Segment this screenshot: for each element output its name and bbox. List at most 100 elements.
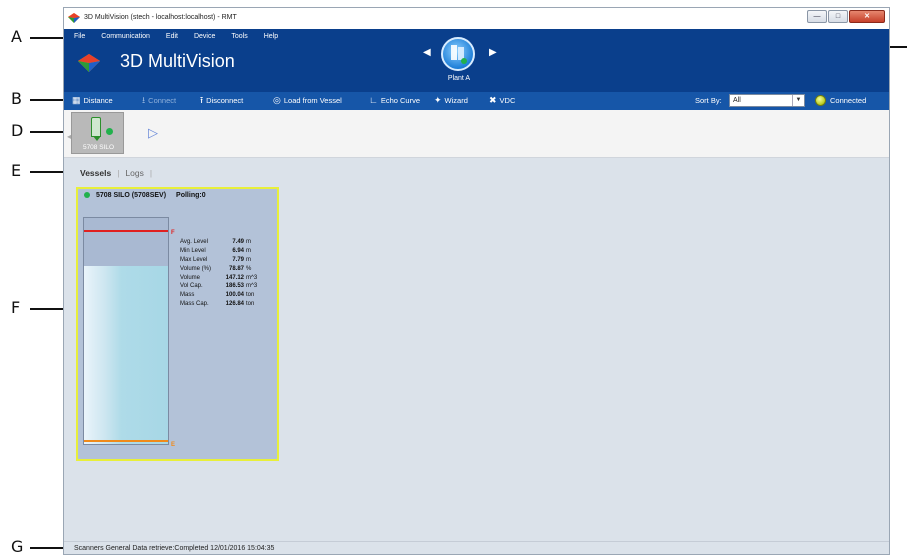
vessel-strip: ◀ 5708 SILO ▷ <box>64 110 889 158</box>
status-bar: Scanners General Data retrieve:Completed… <box>64 541 889 554</box>
stat-value: 78.87 <box>228 265 244 272</box>
stat-unit: ton <box>246 292 255 299</box>
stat-label: Mass <box>180 292 195 299</box>
stat-label: Max Level <box>180 256 208 263</box>
stat-unit: m^3 <box>246 283 258 290</box>
stat-row: Vol Cap. 186.53 m^3 <box>180 283 274 292</box>
callout-d: D <box>11 121 24 140</box>
plant-icon[interactable] <box>441 37 475 71</box>
stat-row: Min Level 6.94 m <box>180 248 274 257</box>
app-logo-icon <box>68 13 80 23</box>
silo-group-icon <box>451 45 467 64</box>
distance-label: Distance <box>83 96 113 105</box>
window-title: 3D MultiVision (stech - localhost:localh… <box>84 14 237 21</box>
stat-value: 147.12 <box>225 274 244 281</box>
vdc-label: VDC <box>499 96 516 105</box>
echo-curve-button[interactable]: ∟ Echo Curve <box>369 95 420 106</box>
empty-level-line <box>84 440 168 442</box>
wizard-label: Wizard <box>444 96 468 105</box>
menu-device[interactable]: Device <box>194 33 215 40</box>
tab-separator: | <box>117 168 120 178</box>
sort-by-value: All <box>733 97 741 104</box>
distance-button[interactable]: ▦ Distance <box>72 96 113 106</box>
app-name: 3D MultiVision <box>120 51 235 71</box>
stat-value: 126.84 <box>225 301 244 308</box>
full-level-line <box>84 230 168 232</box>
connection-status-text: Connected <box>830 96 867 105</box>
toolbar: ▦ Distance ⭳ Connect ⭱ Disconnect ◎ Load fro… <box>64 92 889 110</box>
vessel-status-icon <box>84 192 90 199</box>
echo-curve-label: Echo Curve <box>380 96 420 105</box>
minimize-icon[interactable]: — <box>807 10 827 23</box>
menu-file[interactable]: File <box>74 33 85 40</box>
stat-row: Mass 100.04 ton <box>180 292 274 301</box>
antenna-icon: ◎ <box>273 95 281 105</box>
polling-status: Polling:0 <box>176 192 206 199</box>
stat-unit: m <box>246 239 251 245</box>
stat-unit: m^3 <box>246 274 258 281</box>
stat-row: Avg. Level 7.49 m <box>180 239 274 248</box>
screenshot-stage: A B D E F G 3D MultiVision (stech - loca… <box>0 0 907 558</box>
stat-unit: m <box>246 247 251 254</box>
stat-label: Volume <box>180 274 201 281</box>
connect-button[interactable]: ⭳ Connect <box>142 95 177 106</box>
vdc-button[interactable]: ✖ VDC <box>489 96 516 106</box>
disconnect-label: Disconnect <box>206 96 244 105</box>
menu-edit[interactable]: Edit <box>166 33 178 40</box>
load-from-vessel-label: Load from Vessel <box>283 96 342 105</box>
stat-unit: % <box>246 265 252 272</box>
tank-level-graphic: F E <box>83 217 175 448</box>
maximize-icon[interactable]: □ <box>828 10 848 23</box>
stat-value: 7.49 <box>232 239 244 245</box>
tab-separator: | <box>149 168 153 178</box>
window-controls: — □ ✕ <box>807 10 885 23</box>
stat-value: 6.94 <box>232 247 244 254</box>
stat-label: Vol Cap. <box>180 283 203 290</box>
callout-a: A <box>11 27 22 46</box>
app-header: File Communication Edit Device Tools Hel… <box>64 29 889 92</box>
strip-scroll-right-icon[interactable]: ▷ <box>148 125 158 141</box>
vessel-online-icon <box>106 128 113 135</box>
load-from-vessel-button[interactable]: ◎ Load from Vessel <box>273 95 342 106</box>
tank-fill <box>84 265 168 444</box>
title-bar: 3D MultiVision (stech - localhost:localh… <box>64 8 889 29</box>
sort-by-label: Sort By: <box>695 96 722 105</box>
menu-communication[interactable]: Communication <box>101 33 150 40</box>
stat-label: Avg. Level <box>180 239 208 245</box>
stat-unit: ton <box>246 301 255 308</box>
echo-curve-icon: ∟ <box>369 95 378 105</box>
callout-e: E <box>11 161 22 180</box>
tab-logs[interactable]: Logs <box>125 168 143 178</box>
stat-label: Volume (%) <box>180 265 212 272</box>
stat-value: 100.04 <box>225 292 244 299</box>
vessel-card[interactable]: 5708 SILO (5708SEV) Polling:0 F E Avg. Le… <box>76 187 279 461</box>
full-marker: F <box>171 230 175 236</box>
menu-tools[interactable]: Tools <box>231 33 247 40</box>
connect-label: Connect <box>148 96 177 105</box>
brand-logo-icon <box>78 54 100 72</box>
plant-name: Plant A <box>447 75 471 82</box>
main-content: Vessels | Logs | 5708 SILO (5708SEV) Polling… <box>64 158 889 541</box>
status-message: Scanners General Data retrieve:Completed… <box>74 545 275 552</box>
tab-vessels[interactable]: Vessels <box>80 168 111 178</box>
sort-by-select[interactable]: All ▼ <box>729 94 805 107</box>
stat-row: Max Level 7.79 m <box>180 257 274 266</box>
connect-arrow-icon: ⭳ <box>142 95 146 105</box>
silo-cone-icon <box>93 136 101 141</box>
chevron-down-icon[interactable]: ▼ <box>792 95 804 106</box>
disconnect-arrow-icon: ⭱ <box>200 95 204 105</box>
disconnect-button[interactable]: ⭱ Disconnect <box>200 95 244 106</box>
empty-marker: E <box>171 442 176 448</box>
vessel-stats: Avg. Level 7.49 m Min Level 6.94 m Max Level 7.… <box>180 239 274 310</box>
vessel-name: 5708 SILO (5708SEV) <box>96 192 167 199</box>
plant-navigator: ◀ ▶ Plant A <box>417 37 501 89</box>
plant-next-icon[interactable]: ▶ <box>489 47 497 58</box>
vessel-thumbnail[interactable]: 5708 SILO <box>71 112 124 154</box>
callout-g: G <box>11 537 24 556</box>
menu-help[interactable]: Help <box>264 33 278 40</box>
app-window: 3D MultiVision (stech - localhost:localh… <box>63 7 890 555</box>
plant-prev-icon[interactable]: ◀ <box>423 47 431 58</box>
wizard-button[interactable]: ✦ Wizard <box>434 96 468 106</box>
menu-bar: File Communication Edit Device Tools Hel… <box>74 33 278 40</box>
close-icon[interactable]: ✕ <box>849 10 885 23</box>
